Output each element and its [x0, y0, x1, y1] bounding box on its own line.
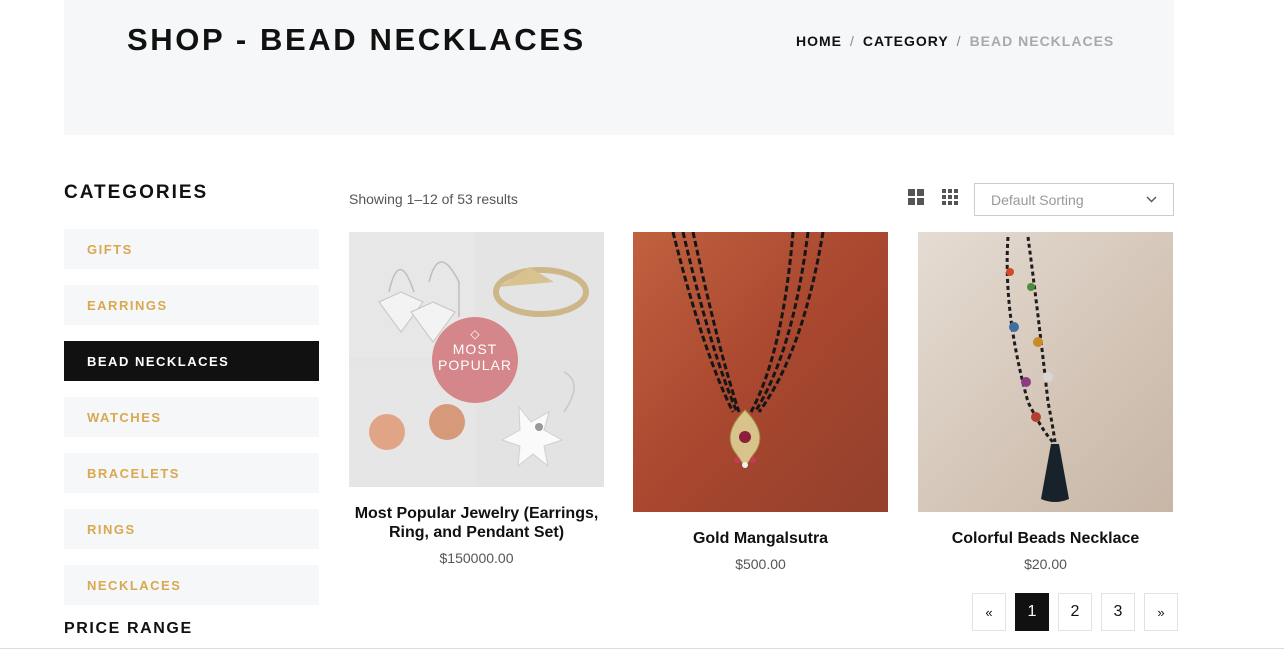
category-item-watches[interactable]: WATCHES: [64, 397, 319, 437]
product-name[interactable]: Colorful Beads Necklace: [918, 529, 1173, 548]
breadcrumb-separator: /: [956, 33, 962, 49]
breadcrumb-category-link[interactable]: CATEGORY: [863, 33, 949, 49]
category-item-gifts[interactable]: GIFTS: [64, 229, 319, 269]
categories-heading: CATEGORIES: [64, 182, 209, 203]
badge-line-2: POPULAR: [438, 357, 512, 373]
pagination-page-3[interactable]: 3: [1101, 593, 1135, 631]
category-item-rings[interactable]: RINGS: [64, 509, 319, 549]
pagination-next[interactable]: »: [1144, 593, 1178, 631]
page-header: SHOP - BEAD NECKLACES HOME / CATEGORY / BEAD…: [64, 0, 1174, 135]
sort-select[interactable]: Default Sorting: [974, 183, 1174, 216]
category-item-earrings[interactable]: EARRINGS: [64, 285, 319, 325]
product-image[interactable]: [633, 232, 888, 512]
breadcrumb-separator: /: [850, 33, 855, 49]
product-price: $150000.00: [439, 550, 514, 566]
breadcrumb-home-link[interactable]: HOME: [796, 33, 842, 49]
sort-select-value: Default Sorting: [991, 191, 1084, 208]
most-popular-badge: ◇ MOST POPULAR: [432, 317, 518, 403]
category-item-bracelets[interactable]: BRACELETS: [64, 453, 319, 493]
product-card: ◇ MOST POPULAR Most Popular Jewelry (Ear…: [349, 232, 604, 566]
product-name[interactable]: Gold Mangalsutra: [633, 529, 888, 548]
pagination: « 1 2 3 »: [972, 593, 1178, 631]
product-price: $20.00: [1024, 556, 1067, 572]
mangalsutra-photo: [633, 232, 888, 512]
price-range-heading: PRICE RANGE: [64, 620, 193, 637]
grid-2-icon[interactable]: [908, 189, 926, 207]
beads-necklace-photo: [918, 232, 1173, 512]
results-count: Showing 1–12 of 53 results: [349, 191, 518, 207]
breadcrumb-current: BEAD NECKLACES: [969, 33, 1115, 49]
category-item-necklaces[interactable]: NECKLACES: [64, 565, 319, 605]
pagination-prev[interactable]: «: [972, 593, 1006, 631]
badge-line-1: MOST: [452, 341, 498, 357]
product-price: $500.00: [735, 556, 786, 572]
breadcrumb: HOME / CATEGORY / BEAD NECKLACES: [796, 33, 1114, 49]
grid-3-icon[interactable]: [942, 189, 960, 207]
category-list: GIFTS EARRINGS BEAD NECKLACES WATCHES BR…: [64, 229, 319, 621]
pagination-page-2[interactable]: 2: [1058, 593, 1092, 631]
diamond-icon: ◇: [470, 327, 480, 341]
pagination-page-1[interactable]: 1: [1015, 593, 1049, 631]
product-card: Gold Mangalsutra $500.00: [633, 232, 888, 572]
product-name[interactable]: Most Popular Jewelry (Earrings, Ring, an…: [349, 504, 604, 542]
page-divider: [0, 648, 1284, 649]
product-image[interactable]: [918, 232, 1173, 512]
category-item-bead-necklaces[interactable]: BEAD NECKLACES: [64, 341, 319, 381]
page-title: SHOP - BEAD NECKLACES: [127, 22, 586, 57]
product-image[interactable]: ◇ MOST POPULAR: [349, 232, 604, 487]
chevron-down-icon: [1146, 194, 1157, 206]
product-card: Colorful Beads Necklace $20.00: [918, 232, 1173, 572]
